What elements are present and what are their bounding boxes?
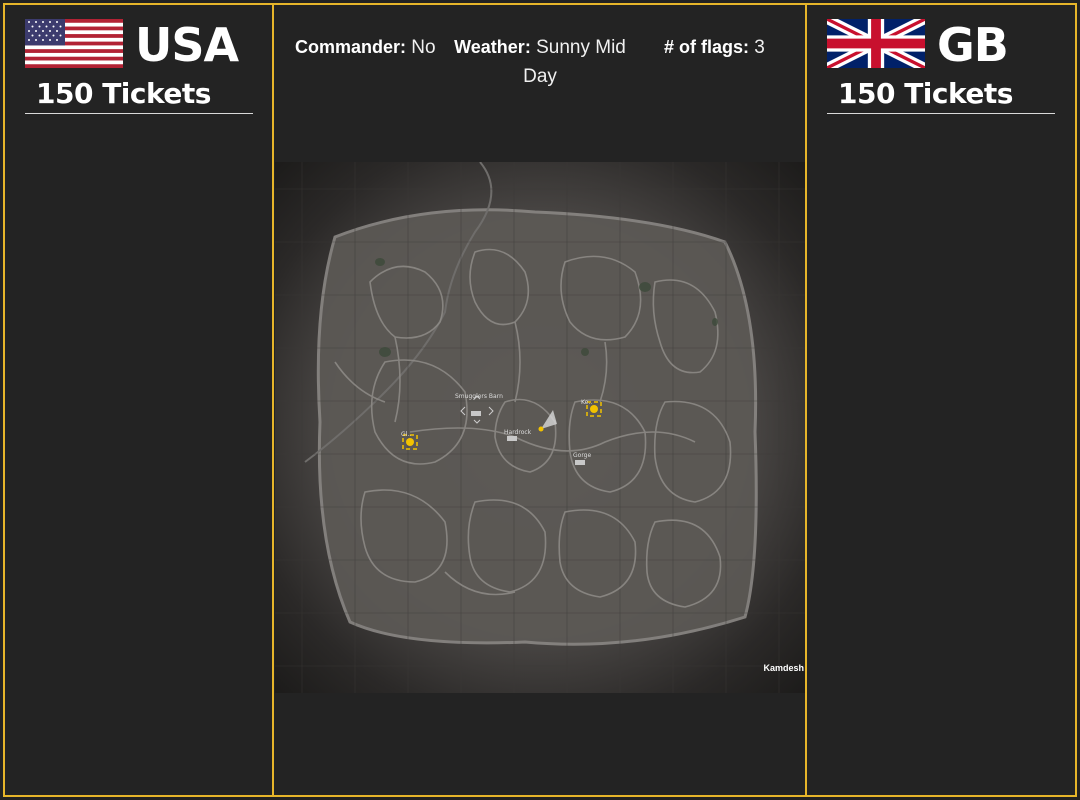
us-flag-icon	[25, 19, 123, 68]
header-divider	[25, 113, 253, 114]
team-name: GB	[937, 18, 1009, 72]
ticket-count: 150 Tickets	[838, 77, 1013, 110]
flags-label: # of flags:	[664, 37, 750, 57]
team-name: USA	[135, 18, 239, 72]
uk-flag-icon	[827, 19, 925, 68]
map-name: Kamdesh	[763, 663, 804, 673]
map-label: Ke..	[581, 399, 593, 406]
commander-value: No	[411, 37, 436, 58]
match-info-panel: Commander: No Weather: Sunny Mid Day # o…	[272, 3, 807, 797]
commander-label: Commander:	[295, 37, 407, 57]
weather-info: Weather: Sunny Mid Day	[450, 33, 630, 91]
map-label: Gl..	[401, 431, 412, 438]
ticket-count: 150 Tickets	[36, 77, 211, 110]
map-image[interactable]: Smugglers Barn Hardrock Gorge Gl.. Ke.. …	[275, 162, 806, 693]
weather-label: Weather:	[454, 37, 531, 57]
weather-value: Sunny Mid Day	[523, 37, 626, 87]
team-panel-gb: GB 150 Tickets	[805, 3, 1077, 797]
flags-value: 3	[754, 37, 765, 58]
map-terrain	[275, 162, 806, 693]
map-label: Hardrock	[504, 429, 532, 436]
header-divider	[827, 113, 1055, 114]
commander-info: Commander: No	[295, 33, 436, 62]
map-label: Gorge	[573, 452, 592, 459]
map-label: Smugglers Barn	[455, 393, 503, 400]
flags-info: # of flags: 3	[664, 33, 765, 62]
team-panel-usa: USA 150 Tickets	[3, 3, 274, 797]
